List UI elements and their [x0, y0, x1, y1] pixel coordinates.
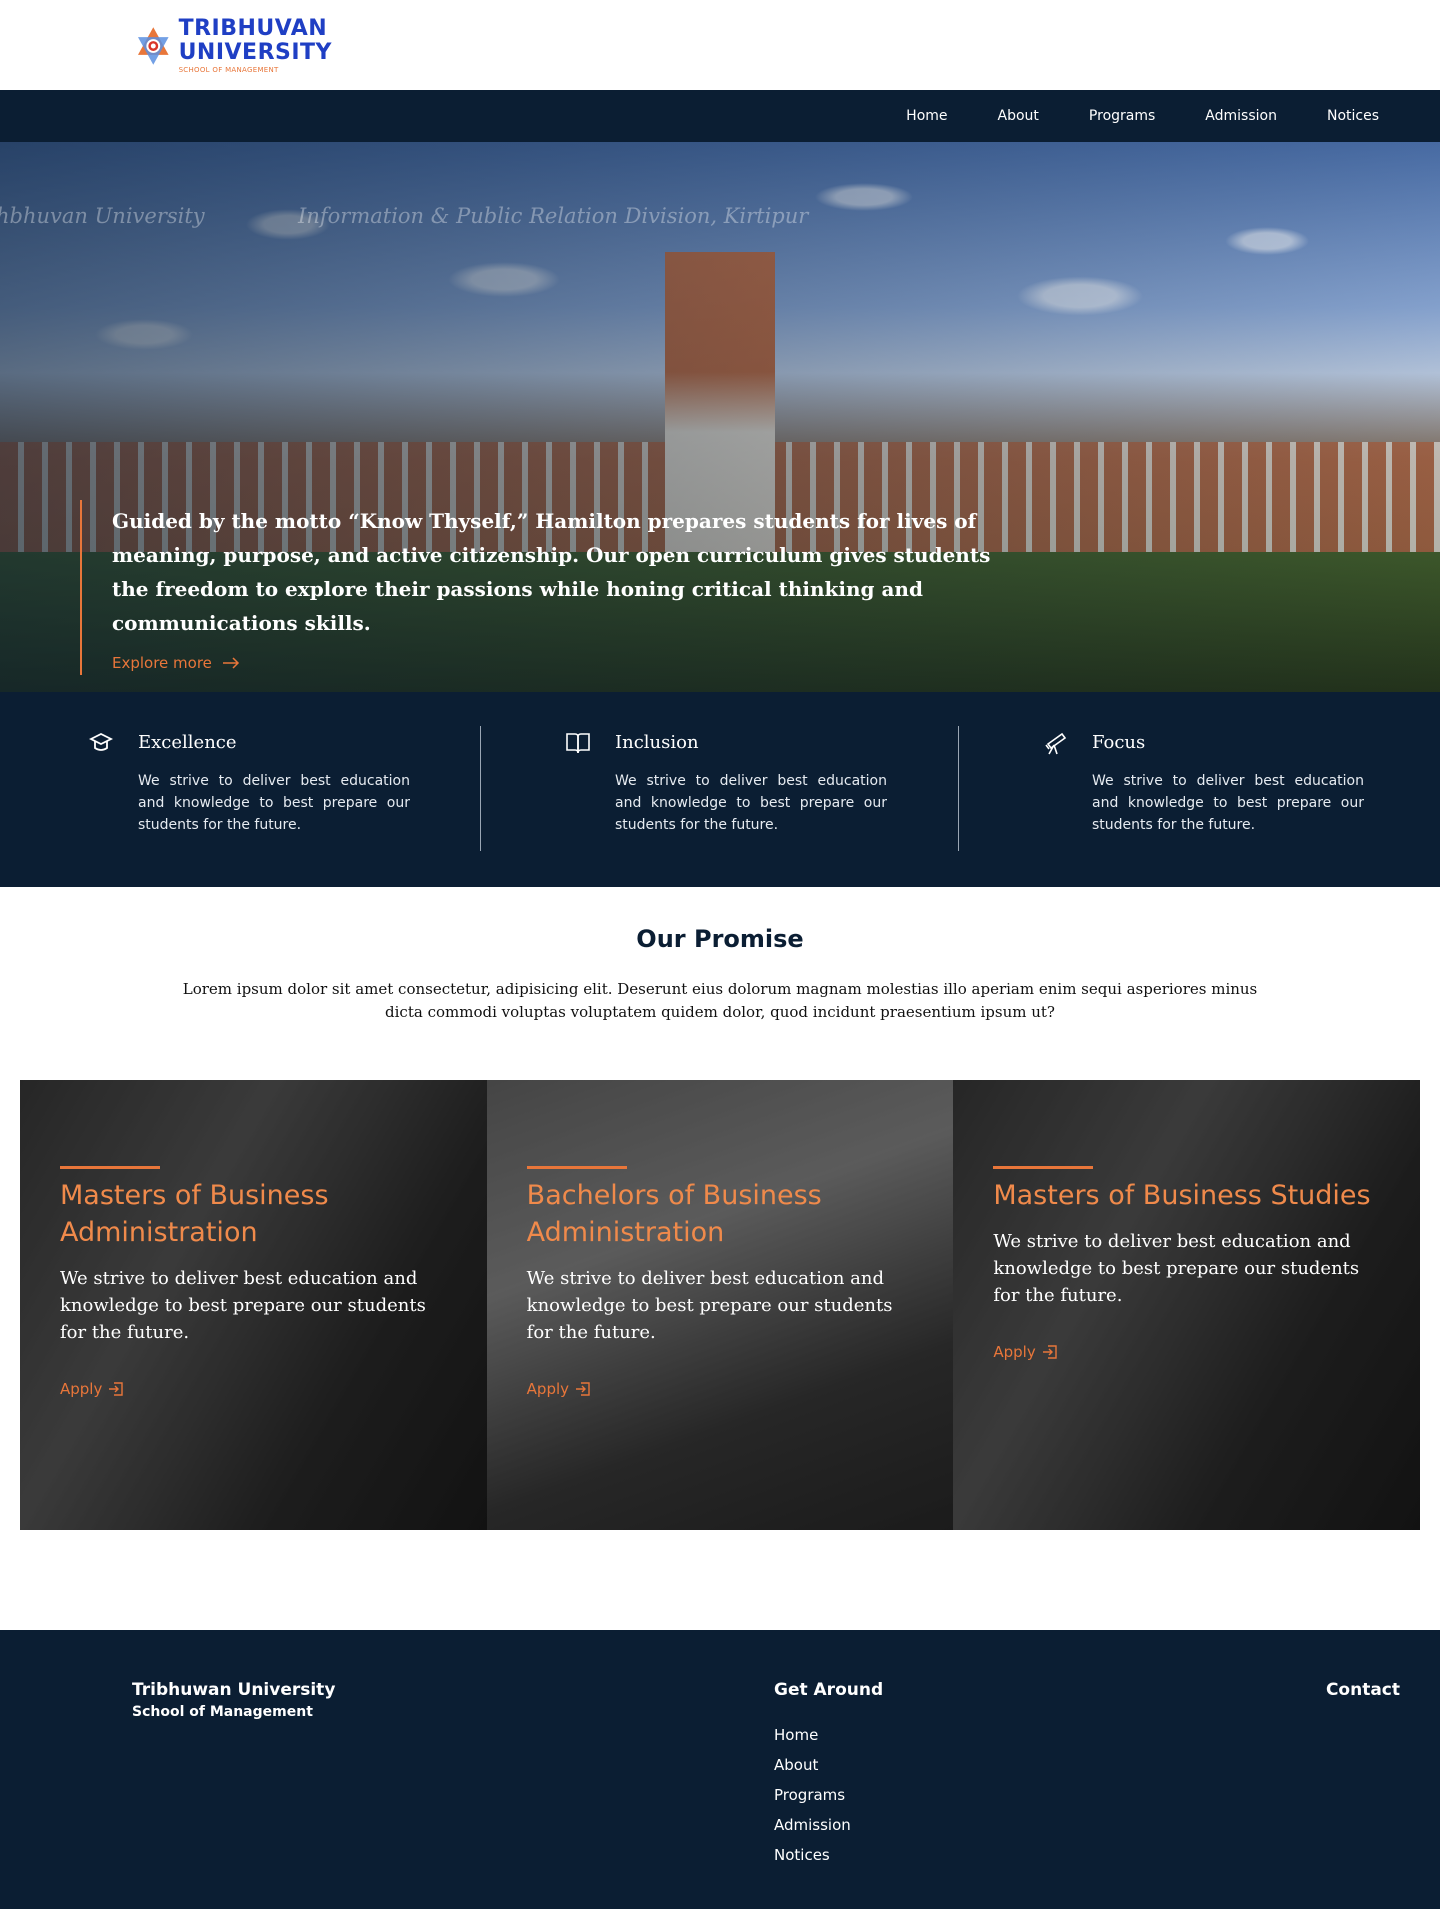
promise-text: Lorem ipsum dolor sit amet consectetur, … [182, 980, 1258, 1021]
apply-label: Apply [993, 1343, 1036, 1361]
sign-in-icon [1042, 1345, 1057, 1359]
university-seal-icon [137, 27, 169, 65]
apply-button[interactable]: Apply [993, 1343, 1057, 1361]
accent-rule [60, 1166, 160, 1169]
site-header: TRIBHUVAN UNIVERSITY SCHOOL OF MANAGEMEN… [0, 0, 1440, 90]
nav-notices[interactable]: Notices [1302, 108, 1404, 124]
values-strip: Excellence We strive to deliver best edu… [0, 692, 1440, 887]
apply-label: Apply [526, 1380, 570, 1398]
sign-in-icon [576, 1382, 590, 1396]
promise-heading: Our Promise [636, 925, 804, 953]
footer-brand-subtitle: School of Management [132, 1704, 313, 1720]
value-inclusion: Inclusion We strive to deliver best educ… [477, 726, 955, 850]
program-text: We strive to deliver best education and … [993, 1231, 1360, 1306]
nav-programs[interactable]: Programs [1064, 108, 1180, 124]
program-title: Masters of Business Administration [60, 1180, 329, 1248]
value-focus: Focus We strive to deliver best educatio… [954, 726, 1432, 850]
footer-link-home[interactable]: Home [774, 1720, 883, 1750]
footer-get-around-title: Get Around [774, 1680, 884, 1700]
nav-admission[interactable]: Admission [1180, 108, 1302, 124]
open-book-icon [566, 733, 590, 754]
program-text: We strive to deliver best education and … [526, 1268, 893, 1343]
program-card-bba: Bachelors of Business Administration We … [486, 1080, 954, 1530]
program-title: Masters of Business Studies [993, 1180, 1371, 1211]
accent-rule [526, 1166, 627, 1169]
site-footer: Tribhuwan University School of Managemen… [0, 1630, 1440, 1909]
footer-contact-title: Contact [1325, 1680, 1400, 1700]
value-text: We strive to deliver best education and … [138, 773, 410, 833]
footer-get-around: Get Around Home About Programs Admission… [774, 1680, 883, 1870]
graduation-cap-icon [88, 732, 114, 751]
footer-link-about[interactable]: About [774, 1750, 883, 1780]
logo-subtitle: SCHOOL OF MANAGEMENT [178, 66, 279, 74]
program-card-mbs: Masters of Business Studies We strive to… [953, 1080, 1421, 1530]
value-excellence: Excellence We strive to deliver best edu… [0, 726, 478, 850]
watermark-right: Information & Public Relation Division, … [298, 204, 809, 228]
footer-link-notices[interactable]: Notices [774, 1840, 883, 1870]
footer-link-admission[interactable]: Admission [774, 1810, 883, 1840]
footer-link-programs[interactable]: Programs [774, 1780, 883, 1810]
nav-home[interactable]: Home [881, 108, 972, 124]
main-nav: Home About Programs Admission Notices [881, 90, 1404, 142]
apply-button[interactable]: Apply [60, 1380, 124, 1398]
value-title: Excellence [138, 732, 237, 753]
hero-tagline: Guided by the motto “Know Thyself,” Hami… [112, 509, 991, 635]
main-navbar: Home About Programs Admission Notices [0, 90, 1440, 142]
programs-grid: Masters of Business Administration We st… [20, 1080, 1421, 1530]
value-text: We strive to deliver best education and … [1092, 773, 1364, 833]
hero-content: Guided by the motto “Know Thyself,” Hami… [80, 500, 1030, 675]
explore-more-label: Explore more [112, 654, 212, 672]
footer-brand-name: Tribhuwan University [132, 1680, 336, 1700]
nav-about[interactable]: About [973, 108, 1064, 124]
watermark-left: hbhuvan University [0, 204, 205, 228]
footer-brand: Tribhuwan University School of Managemen… [132, 1680, 335, 1720]
logo-title-line2: UNIVERSITY [178, 40, 332, 65]
accent-rule [993, 1166, 1094, 1169]
program-text: We strive to deliver best education and … [60, 1268, 426, 1343]
value-title: Inclusion [615, 732, 699, 753]
hero-banner: hbhuvan University Information & Public … [0, 142, 1440, 692]
telescope-icon [1045, 732, 1067, 755]
apply-button[interactable]: Apply [527, 1380, 591, 1398]
explore-more-link[interactable]: Explore more [112, 654, 240, 672]
sign-in-icon [109, 1382, 124, 1396]
logo-title-line1: TRIBHUVAN [178, 16, 328, 41]
hero-watermark: hbhuvan University Information & Public … [0, 204, 808, 228]
program-title: Bachelors of Business Administration [526, 1180, 822, 1248]
university-logo[interactable]: TRIBHUVAN UNIVERSITY SCHOOL OF MANAGEMEN… [136, 6, 332, 86]
value-title: Focus [1092, 732, 1146, 753]
program-card-mba: Masters of Business Administration We st… [20, 1080, 487, 1530]
apply-label: Apply [60, 1380, 103, 1398]
value-text: We strive to deliver best education and … [615, 773, 887, 833]
arrow-right-icon [222, 657, 239, 669]
